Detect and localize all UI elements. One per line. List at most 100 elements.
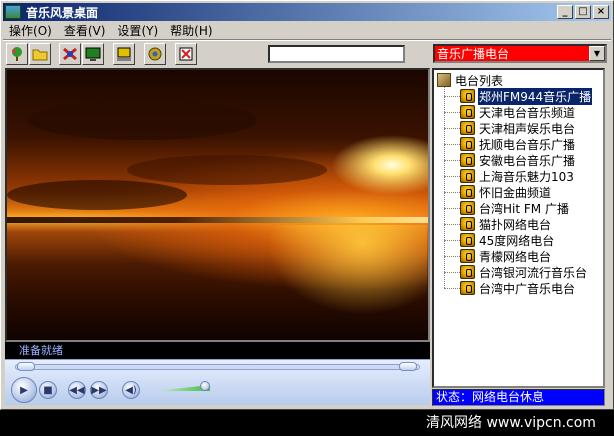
tb-scenery-button[interactable] [6,43,28,65]
radio-root-icon [437,73,451,87]
radio-station-icon [460,153,475,167]
media-player-controls: ▶ ■ ◀◀ ▶▶ ◀) [5,359,430,405]
radio-station-icon [460,265,475,279]
radio-station-icon [460,185,475,199]
shuffle-icon [63,47,77,61]
tb-desktop-button[interactable] [113,43,135,65]
tree-station-label: 安徽电台音乐广播 [479,153,576,168]
menu-help[interactable]: 帮助(H) [164,22,218,39]
sunset-landscape-image [7,70,428,340]
radio-station-icon [460,201,475,215]
tree-station-label: 台湾中广音乐电台 [479,281,576,296]
close-button[interactable]: × [593,5,609,19]
radio-station-icon [460,281,475,295]
stop-icon: ■ [43,384,53,396]
tree-station-item[interactable]: 猫扑网络电台 [444,216,552,232]
caption-buttons: _ □ × [555,5,609,19]
tb-exit-button[interactable] [175,43,197,65]
tb-open-folder-button[interactable] [29,43,51,65]
maximize-button[interactable]: □ [575,5,591,19]
tree-connector [444,159,460,161]
play-icon: ▶ [20,384,28,396]
menu-help-mnemonic: (H) [194,23,213,38]
tree-root-label: 电台列表 [455,73,504,88]
menu-settings-label: 设置 [117,23,142,38]
tree-station-label: 45度网络电台 [479,233,555,248]
tree-connector [444,239,460,241]
radio-station-icon [460,89,475,103]
app-window: 音乐风景桌面 _ □ × 操作(O) 查看(V) 设置(Y) 帮助(H) 音乐广… [0,0,614,410]
minimize-button[interactable]: _ [557,5,573,19]
tree-station-item[interactable]: 安徽电台音乐广播 [444,152,576,168]
toolbar: 音乐广播电台 ▼ [3,41,611,67]
video-display[interactable] [5,68,430,342]
tree-station-item[interactable]: 青檬网络电台 [444,248,552,264]
menu-help-label: 帮助 [170,23,195,38]
menu-settings[interactable]: 设置(Y) [111,22,164,39]
tree-station-item[interactable]: 抚顺电台音乐广播 [444,136,576,152]
tree-station-label: 抚顺电台音乐广播 [479,137,576,152]
cloud-shape [7,180,187,210]
horizon-line [7,217,428,223]
stop-button[interactable]: ■ [39,381,57,399]
tree-station-item[interactable]: 台湾银河流行音乐台 [444,264,588,280]
seek-knob[interactable] [17,362,35,371]
radio-station-icon [460,105,475,119]
seek-bar[interactable] [15,364,420,370]
tree-connector [444,271,460,273]
tree-station-item[interactable]: 天津电台音乐频道 [444,104,576,120]
tree-station-label: 台湾银河流行音乐台 [479,265,588,280]
menu-view[interactable]: 查看(V) [58,22,112,39]
menu-view-label: 查看 [63,23,88,38]
tree-station-item[interactable]: 天津相声娱乐电台 [444,120,576,136]
next-button[interactable]: ▶▶ [90,381,108,399]
tree-connector [444,95,460,97]
tree-station-item[interactable]: 上海音乐魅力103 [444,168,575,184]
radio-station-icon [460,169,475,183]
mute-button[interactable]: ◀) [122,381,140,399]
tree-station-item[interactable]: 45度网络电台 [444,232,555,248]
station-category-value: 音乐广播电台 [437,47,510,61]
tree-station-item[interactable]: 郑州FM944音乐广播 [444,87,593,105]
tree-station-item[interactable]: 怀旧金曲频道 [444,184,552,200]
tree-connector [444,287,460,289]
tree-connector [444,255,460,257]
cloud-shape [127,155,327,185]
computer-icon [117,47,131,61]
tree-connector [444,175,460,177]
previous-button[interactable]: ◀◀ [68,381,86,399]
tb-screen-button[interactable] [82,43,104,65]
tree-station-label: 青檬网络电台 [479,249,552,264]
tree-station-label: 天津电台音乐频道 [479,105,576,120]
tree-station-item[interactable]: 台湾Hit FM 广播 [444,200,570,216]
menu-view-mnemonic: (V) [87,23,106,38]
tree-root[interactable]: 电台列表 [437,72,503,88]
menu-bar: 操作(O) 查看(V) 设置(Y) 帮助(H) [3,21,611,39]
window-title: 音乐风景桌面 [26,5,99,20]
radio-station-icon [460,217,475,231]
radio-station-icon [460,121,475,135]
tree-station-label: 上海音乐魅力103 [479,169,574,184]
title-bar[interactable]: 音乐风景桌面 _ □ × [3,3,611,21]
play-button[interactable]: ▶ [11,377,37,403]
watermark: 清风网络 www.vipcn.com [426,415,596,431]
tree-station-label: 猫扑网络电台 [479,217,552,232]
tb-shuffle-button[interactable] [59,43,81,65]
radio-station-icon [460,137,475,151]
tree-connector [444,143,460,145]
search-input[interactable] [268,45,405,63]
exit-icon [179,47,193,61]
tree-connector [444,223,460,225]
volume-knob[interactable] [199,381,210,391]
tree-station-label: 郑州FM944音乐广播 [478,87,593,105]
tree-station-item[interactable]: 台湾中广音乐电台 [444,280,576,296]
menu-operate[interactable]: 操作(O) [3,22,58,39]
tree-connector [444,111,460,113]
previous-icon: ◀◀ [69,384,85,396]
tb-settings-button[interactable] [144,43,166,65]
tree-connector [444,191,460,193]
folder-icon [32,49,48,61]
station-category-select[interactable]: 音乐广播电台 ▼ [433,44,607,63]
chevron-down-icon[interactable]: ▼ [589,46,605,61]
next-icon: ▶▶ [91,384,107,396]
